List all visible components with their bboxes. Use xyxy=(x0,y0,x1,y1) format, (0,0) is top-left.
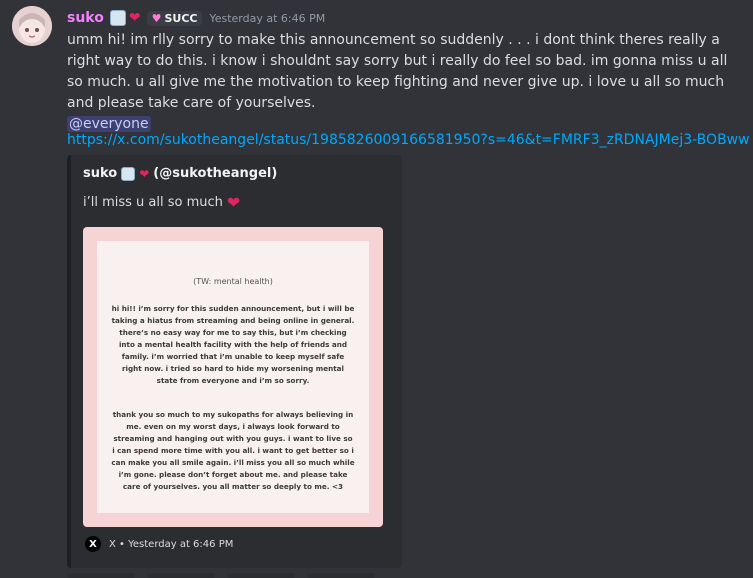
embed-description-text: i’ll miss u all so much xyxy=(83,195,223,210)
reaction-placeholder[interactable] xyxy=(227,573,295,578)
embed-image[interactable]: (TW: mental health) hi hi!! i’m sorry fo… xyxy=(83,227,383,527)
message-content: umm hi! im rlly sorry to make this annou… xyxy=(67,30,737,135)
message-text: umm hi! im rlly sorry to make this annou… xyxy=(67,32,728,111)
embed-description: i’ll miss u all so much ❤ xyxy=(83,193,240,212)
link-embed: suko ❤ (@sukotheangel) i’ll miss u all s… xyxy=(67,155,402,568)
reaction-placeholder[interactable] xyxy=(307,573,375,578)
embed-footer-text: X • Yesterday at 6:46 PM xyxy=(109,538,234,550)
embed-footer: X X • Yesterday at 6:46 PM xyxy=(85,536,233,552)
everyone-mention[interactable]: @everyone xyxy=(67,116,151,132)
server-tag-label: SUCC xyxy=(164,11,198,25)
avatar[interactable] xyxy=(12,6,52,46)
badge-emoji xyxy=(121,166,136,181)
reaction-placeholder[interactable] xyxy=(147,573,215,578)
message-link[interactable]: https://x.com/sukotheangel/status/198582… xyxy=(67,132,750,148)
username[interactable]: suko xyxy=(67,10,104,26)
embed-author-name: suko xyxy=(83,166,118,181)
card-paragraph-1: hi hi!! i’m sorry for this sudden announ… xyxy=(111,304,355,385)
heart-icon: ❤ xyxy=(226,193,241,212)
announcement-card: (TW: mental health) hi hi!! i’m sorry fo… xyxy=(97,241,369,513)
embed-author[interactable]: suko ❤ (@sukotheangel) xyxy=(83,166,277,181)
embed-author-handle: (@sukotheangel) xyxy=(153,166,278,181)
succ-tag-icon: ♥ xyxy=(151,11,162,25)
x-logo-icon: X xyxy=(85,536,101,552)
timestamp[interactable]: Yesterday at 6:46 PM xyxy=(209,12,325,25)
heart-icon: ❤ xyxy=(139,166,150,181)
card-title: (TW: mental health) xyxy=(193,277,273,286)
badge-emoji xyxy=(109,10,126,26)
heart-icon: ❤ xyxy=(128,10,141,26)
username-badges: ❤ xyxy=(109,10,141,26)
server-tag[interactable]: ♥ SUCC xyxy=(146,10,203,26)
reaction-placeholder[interactable] xyxy=(67,573,135,578)
message-header: suko ❤ ♥ SUCC Yesterday at 6:46 PM xyxy=(67,9,325,27)
card-paragraph-2: thank you so much to my sukopaths for al… xyxy=(111,410,355,491)
reaction-bar xyxy=(67,573,717,578)
